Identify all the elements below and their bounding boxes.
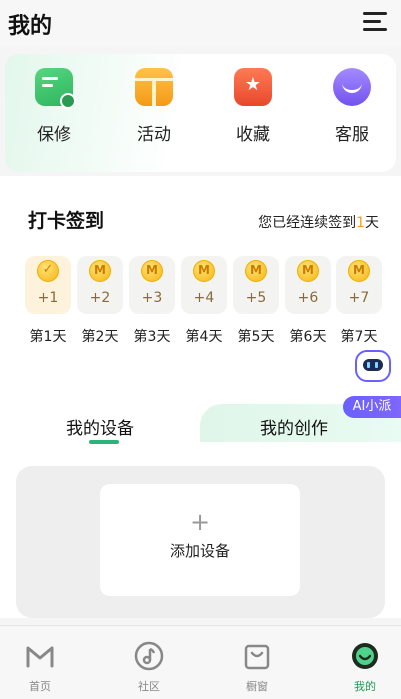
checkin-day-label: 第5天 [237, 329, 275, 345]
checkin-day-label: 第3天 [133, 329, 171, 345]
quick-action-favorites[interactable]: ★ 收藏 [218, 68, 288, 145]
device-panel: + 添加设备 [16, 466, 385, 618]
quick-action-label: 收藏 [236, 125, 270, 145]
checkin-status-suffix: 天 [365, 215, 379, 231]
checkin-day-2[interactable]: M +2 [77, 256, 123, 314]
bottom-nav: 首页 社区 橱窗 我的 [0, 625, 401, 699]
checkin-amount: +5 [245, 290, 267, 306]
top-bar: 我的 [0, 0, 401, 46]
checkin-amount: +7 [348, 290, 370, 306]
checkin-day-1[interactable]: ✓ +1 [25, 256, 71, 314]
checkin-day-6[interactable]: M +6 [285, 256, 331, 314]
quick-action-support[interactable]: 客服 [317, 68, 387, 145]
add-device-button[interactable]: + 添加设备 [100, 484, 300, 596]
check-coin-icon: ✓ [37, 260, 59, 282]
nav-profile[interactable]: 我的 [335, 640, 395, 694]
home-m-icon [24, 640, 56, 672]
shopping-bag-icon [241, 640, 273, 672]
nav-label: 橱窗 [246, 680, 268, 693]
checkin-status: 您已经连续签到1天 [258, 212, 379, 232]
menu-icon[interactable] [363, 12, 387, 32]
nav-community[interactable]: 社区 [119, 640, 179, 694]
profile-smile-icon [349, 640, 381, 672]
checkin-day-label: 第6天 [289, 329, 327, 345]
checkin-amount: +6 [297, 290, 319, 306]
quick-action-label: 活动 [137, 125, 171, 145]
coin-icon: M [141, 260, 163, 282]
checkin-day-5[interactable]: M +5 [233, 256, 279, 314]
robot-icon [355, 350, 391, 382]
checkin-day-label: 第2天 [81, 329, 119, 345]
nav-home[interactable]: 首页 [10, 640, 70, 694]
quick-action-activity[interactable]: 活动 [119, 68, 189, 145]
coin-icon: M [89, 260, 111, 282]
coin-icon: M [193, 260, 215, 282]
nav-label: 我的 [354, 680, 376, 693]
music-note-icon [133, 640, 165, 672]
checkin-day-label: 第7天 [340, 329, 378, 345]
quick-action-label: 保修 [37, 125, 71, 145]
content-tabs-area: 我的设备 我的创作 + 添加设备 [0, 396, 401, 618]
tab-my-devices[interactable]: 我的设备 [66, 414, 134, 439]
coin-icon: M [348, 260, 370, 282]
ai-assistant-badge[interactable]: AI小派 [341, 346, 401, 418]
checkin-day-3[interactable]: M +3 [129, 256, 175, 314]
headset-icon [333, 68, 371, 106]
nav-showcase[interactable]: 橱窗 [227, 640, 287, 694]
checkin-day-label: 第4天 [185, 329, 223, 345]
active-tab-indicator [89, 440, 119, 444]
checkin-day-label: 第1天 [29, 329, 67, 345]
checkin-day-4[interactable]: M +4 [181, 256, 227, 314]
nav-label: 社区 [138, 680, 160, 693]
tab-my-creations[interactable]: 我的创作 [260, 414, 328, 439]
coin-icon: M [297, 260, 319, 282]
checkin-amount: +1 [37, 290, 59, 306]
checkin-status-prefix: 您已经连续签到 [258, 215, 357, 231]
quick-action-warranty[interactable]: 保修 [19, 68, 89, 145]
gift-icon [135, 68, 173, 106]
wrench-card-icon [35, 68, 76, 109]
checkin-day-7[interactable]: M +7 [336, 256, 382, 314]
checkin-amount: +4 [193, 290, 215, 306]
checkin-streak-days: 1 [356, 215, 365, 231]
coin-icon: M [245, 260, 267, 282]
nav-label: 首页 [29, 680, 51, 693]
checkin-title: 打卡签到 [28, 210, 105, 232]
quick-actions-card: 保修 活动 ★ 收藏 客服 [5, 54, 396, 172]
page-title: 我的 [8, 14, 53, 39]
quick-action-label: 客服 [335, 125, 369, 145]
add-device-label: 添加设备 [169, 542, 230, 560]
star-box-icon: ★ [234, 68, 272, 106]
checkin-amount: +2 [89, 290, 111, 306]
plus-icon: + [189, 508, 211, 536]
ai-assistant-label: AI小派 [343, 396, 401, 418]
checkin-amount: +3 [141, 290, 163, 306]
